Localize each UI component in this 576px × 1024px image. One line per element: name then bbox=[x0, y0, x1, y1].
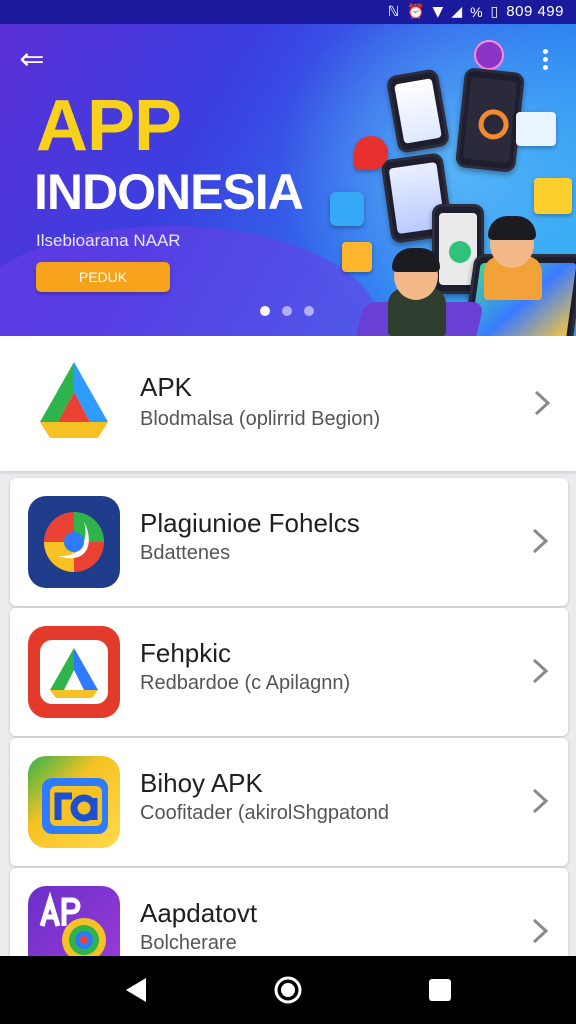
phone-illustration bbox=[454, 67, 526, 173]
alarm-icon: ⏰ bbox=[407, 4, 425, 20]
plant-illustration bbox=[330, 192, 364, 226]
battery-percent: % bbox=[470, 4, 483, 20]
hero-cta-button[interactable]: PEDUK bbox=[36, 262, 170, 292]
status-bar: ℕ ⏰ ▼ ◢ % ▯ 809 499 bbox=[0, 0, 576, 24]
nav-home-icon[interactable] bbox=[272, 974, 304, 1006]
status-time: 809 499 bbox=[506, 3, 564, 20]
list-item[interactable]: Fehpkic Redbardoe (c Apilagnn) bbox=[10, 608, 568, 736]
apk-lens-icon bbox=[28, 886, 120, 956]
signal-icon: ◢ bbox=[451, 4, 463, 20]
system-nav-bar bbox=[0, 956, 576, 1024]
carousel-dot[interactable] bbox=[260, 306, 270, 316]
carousel-indicator bbox=[260, 306, 314, 316]
hero-illustration bbox=[320, 64, 576, 336]
hero-subtitle: Ilsebioarana NAAR bbox=[36, 231, 181, 250]
app-name: Plagiunioe Fohelcs bbox=[140, 508, 360, 538]
cube-illustration bbox=[516, 112, 556, 146]
app-subtitle: Bolcherare bbox=[140, 932, 237, 954]
map-pin-illustration bbox=[354, 136, 388, 170]
chevron-right-icon bbox=[532, 528, 548, 554]
list-item[interactable]: Bihoy APK Coofitader (akirolShgpatond bbox=[10, 738, 568, 866]
cube-illustration bbox=[534, 178, 572, 214]
app-subtitle: Coofitader (akirolShgpatond bbox=[140, 802, 390, 824]
list-item[interactable]: APK Blodmalsa (oplirrid Begion) bbox=[0, 336, 576, 471]
wifi-icon: ▼ bbox=[432, 4, 444, 20]
hero-title-line2: INDONESIA bbox=[34, 164, 304, 220]
drive-triangle-icon bbox=[28, 354, 120, 446]
nav-recents-icon[interactable] bbox=[424, 974, 456, 1006]
app-name: Bihoy APK bbox=[140, 768, 263, 798]
battery-icon: ▯ bbox=[490, 4, 499, 20]
hero-title-line1: APP bbox=[36, 86, 182, 166]
chevron-right-icon bbox=[534, 390, 550, 416]
back-arrow-icon[interactable]: ⇐ bbox=[14, 42, 50, 78]
nfc-icon: ℕ bbox=[387, 4, 400, 20]
status-icons: ℕ ⏰ ▼ ◢ % ▯ 809 499 bbox=[388, 2, 564, 22]
app-subtitle: Bdattenes bbox=[140, 542, 231, 564]
ra-app-icon bbox=[28, 756, 120, 848]
carousel-dot[interactable] bbox=[282, 306, 292, 316]
phone-illustration bbox=[385, 68, 451, 154]
app-name: APK bbox=[140, 372, 193, 402]
red-drive-icon bbox=[28, 626, 120, 718]
list-item[interactable]: Aapdatovt Bolcherare bbox=[10, 868, 568, 956]
app-subtitle: Redbardoe (c Apilagnn) bbox=[140, 672, 351, 694]
app-list: APK Blodmalsa (oplirrid Begion) Plagiuni… bbox=[0, 336, 576, 956]
carousel-dot[interactable] bbox=[304, 306, 314, 316]
chevron-right-icon bbox=[532, 658, 548, 684]
hero-banner[interactable]: ⇐ APP INDONESIA Ilsebioarana NAAR PEDUK bbox=[0, 24, 576, 336]
nav-back-icon[interactable] bbox=[120, 974, 152, 1006]
cube-illustration bbox=[342, 242, 372, 272]
app-subtitle: Blodmalsa (oplirrid Begion) bbox=[140, 408, 381, 430]
chevron-right-icon bbox=[532, 788, 548, 814]
app-name: Aapdatovt bbox=[140, 898, 258, 928]
list-item[interactable]: Plagiunioe Fohelcs Bdattenes bbox=[10, 478, 568, 606]
chrome-swirl-icon bbox=[28, 496, 120, 588]
chevron-right-icon bbox=[532, 918, 548, 944]
app-name: Fehpkic bbox=[140, 638, 232, 668]
